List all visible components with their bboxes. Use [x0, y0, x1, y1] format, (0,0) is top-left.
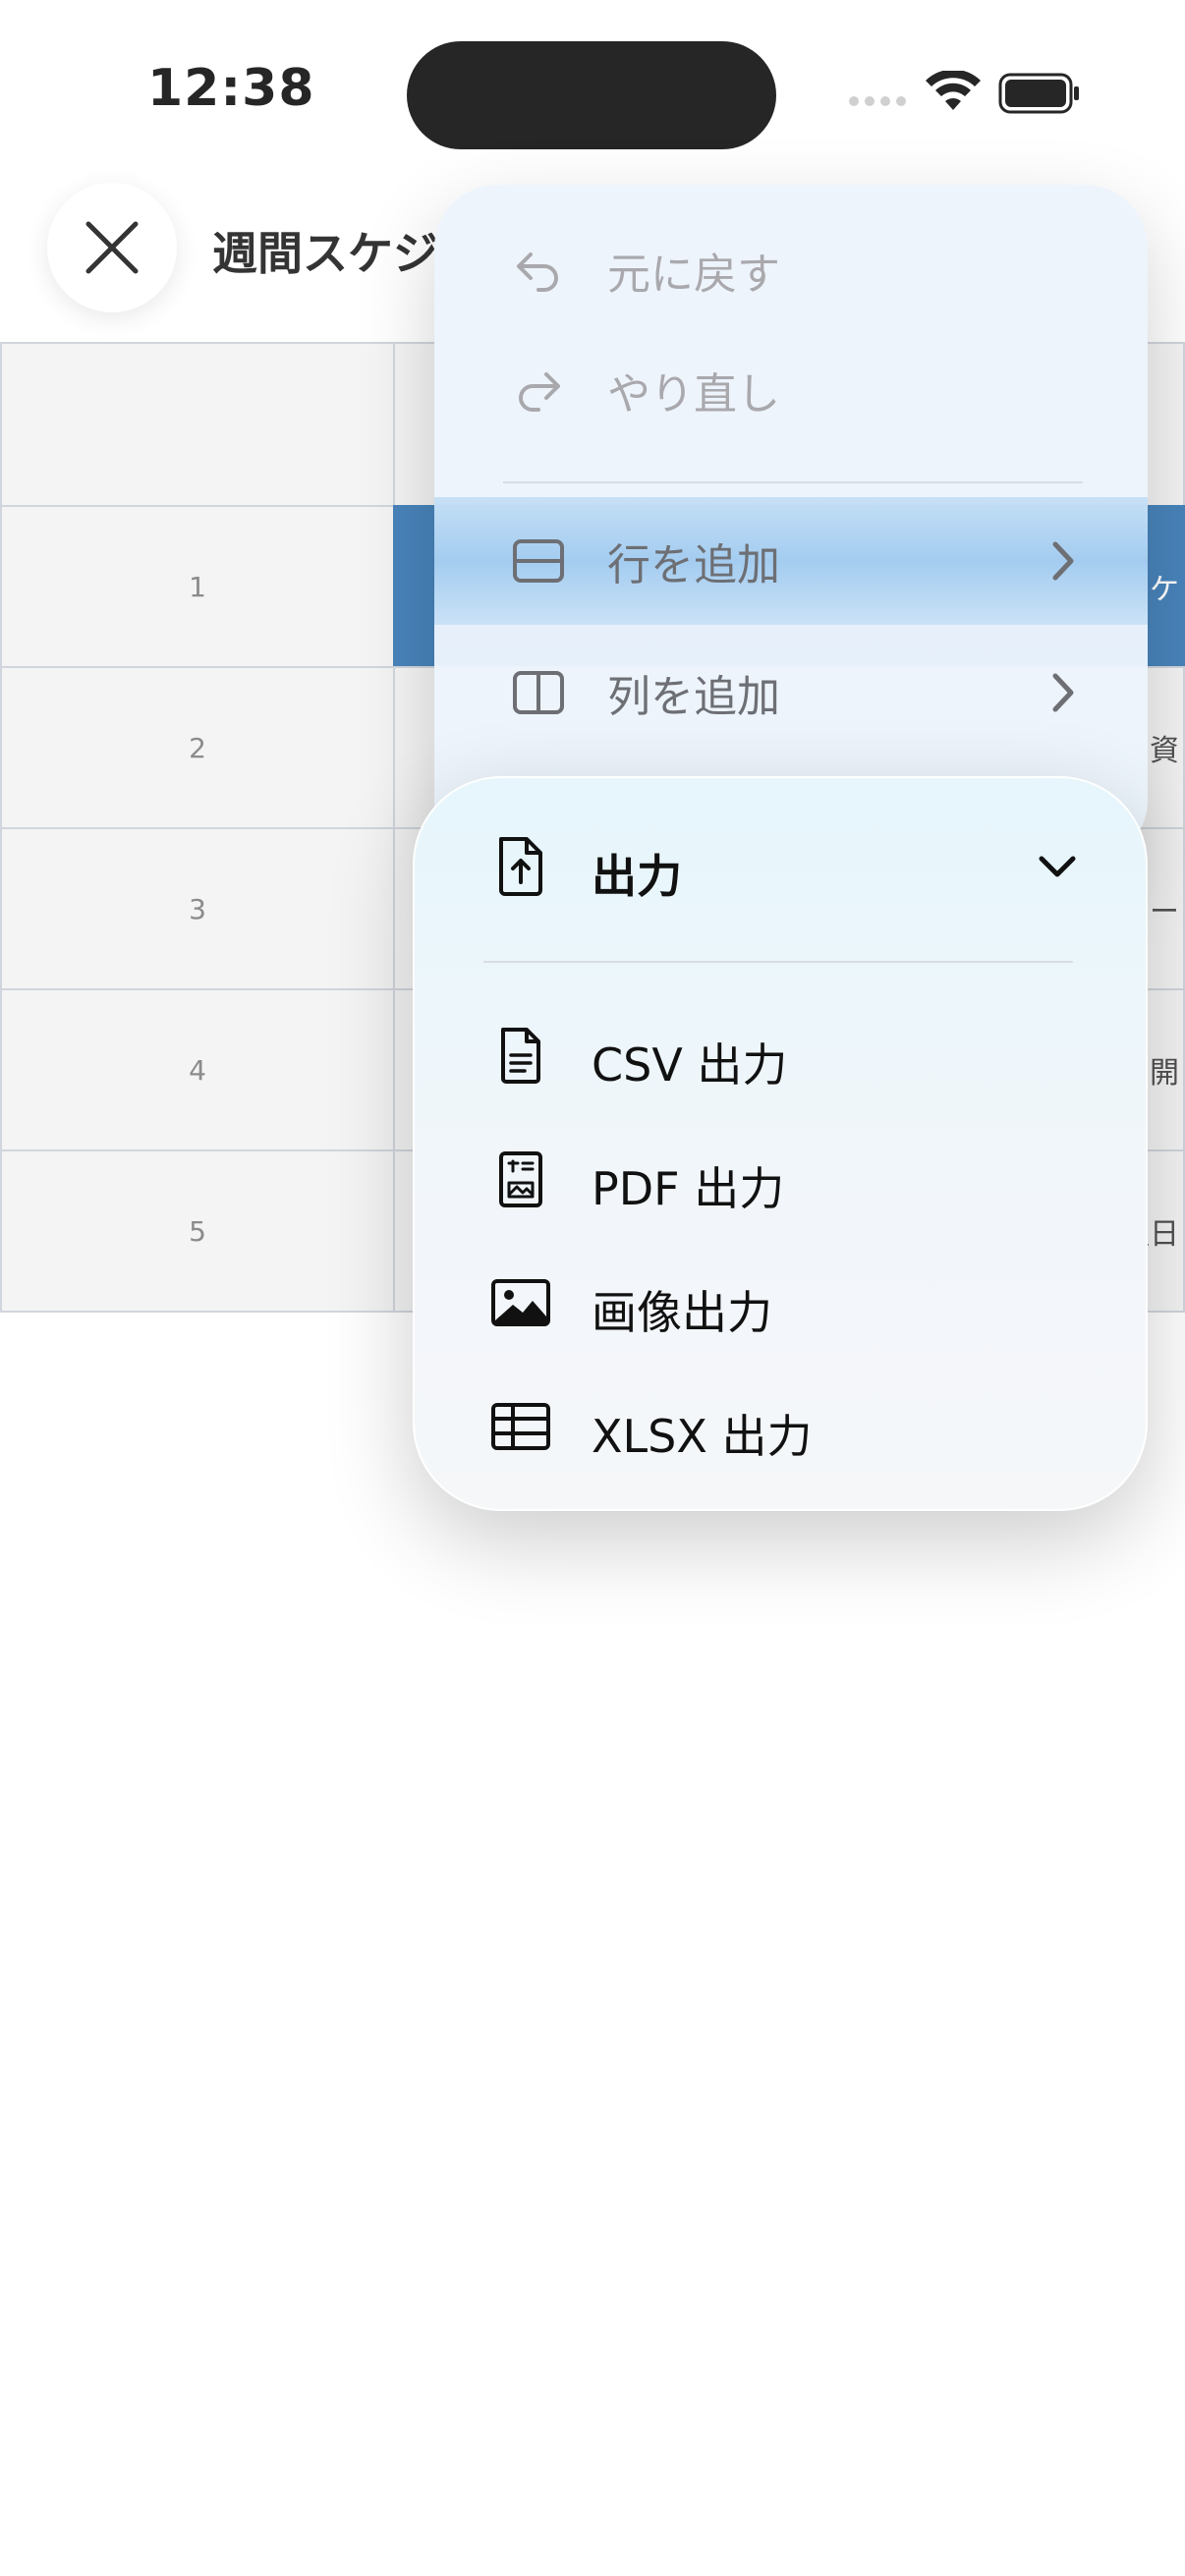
xlsx-export-item[interactable]: XLSX 出力: [415, 1372, 1150, 1482]
export-submenu: 出力 CSV 出力 PDF 出力 画像出力 XLSX 出力: [413, 776, 1148, 1511]
context-menu: 元に戻す やり直し 行を追加 列を追加: [434, 185, 1148, 863]
csv-export-label: CSV 出力: [592, 1038, 788, 1092]
add-row-menu-item[interactable]: 行を追加: [434, 497, 1148, 625]
undo-label: 元に戻す: [607, 250, 780, 300]
add-column-menu-item[interactable]: 列を追加: [434, 639, 1148, 747]
redo-icon: [519, 372, 560, 412]
pdf-export-label: PDF 出力: [592, 1162, 785, 1215]
pdf-export-item[interactable]: PDF 出力: [415, 1124, 1150, 1234]
row-icon: [513, 539, 564, 583]
chevron-right-icon: [1052, 673, 1074, 712]
image-export-label: 画像出力: [592, 1286, 772, 1339]
image-export-item[interactable]: 画像出力: [415, 1248, 1150, 1358]
table-icon: [491, 1403, 550, 1450]
add-row-label: 行を追加: [607, 540, 780, 590]
export-header[interactable]: 出力: [415, 778, 1150, 965]
menu-divider: [503, 481, 1083, 483]
export-header-label: 出力: [592, 850, 682, 903]
column-icon: [513, 671, 564, 714]
chevron-down-icon: [1039, 856, 1076, 877]
redo-label: やり直し: [607, 369, 780, 420]
image-icon: [491, 1279, 550, 1326]
export-document-icon: [499, 837, 542, 896]
redo-menu-item[interactable]: やり直し: [434, 336, 1148, 444]
undo-menu-item[interactable]: 元に戻す: [434, 216, 1148, 324]
csv-export-item[interactable]: CSV 出力: [415, 1000, 1150, 1110]
pdf-icon: [499, 1151, 542, 1207]
undo-icon: [517, 252, 558, 292]
chevron-right-icon: [1052, 541, 1074, 581]
xlsx-export-label: XLSX 出力: [592, 1410, 813, 1463]
submenu-divider: [483, 961, 1073, 963]
add-column-label: 列を追加: [607, 672, 780, 722]
document-icon: [501, 1028, 540, 1084]
